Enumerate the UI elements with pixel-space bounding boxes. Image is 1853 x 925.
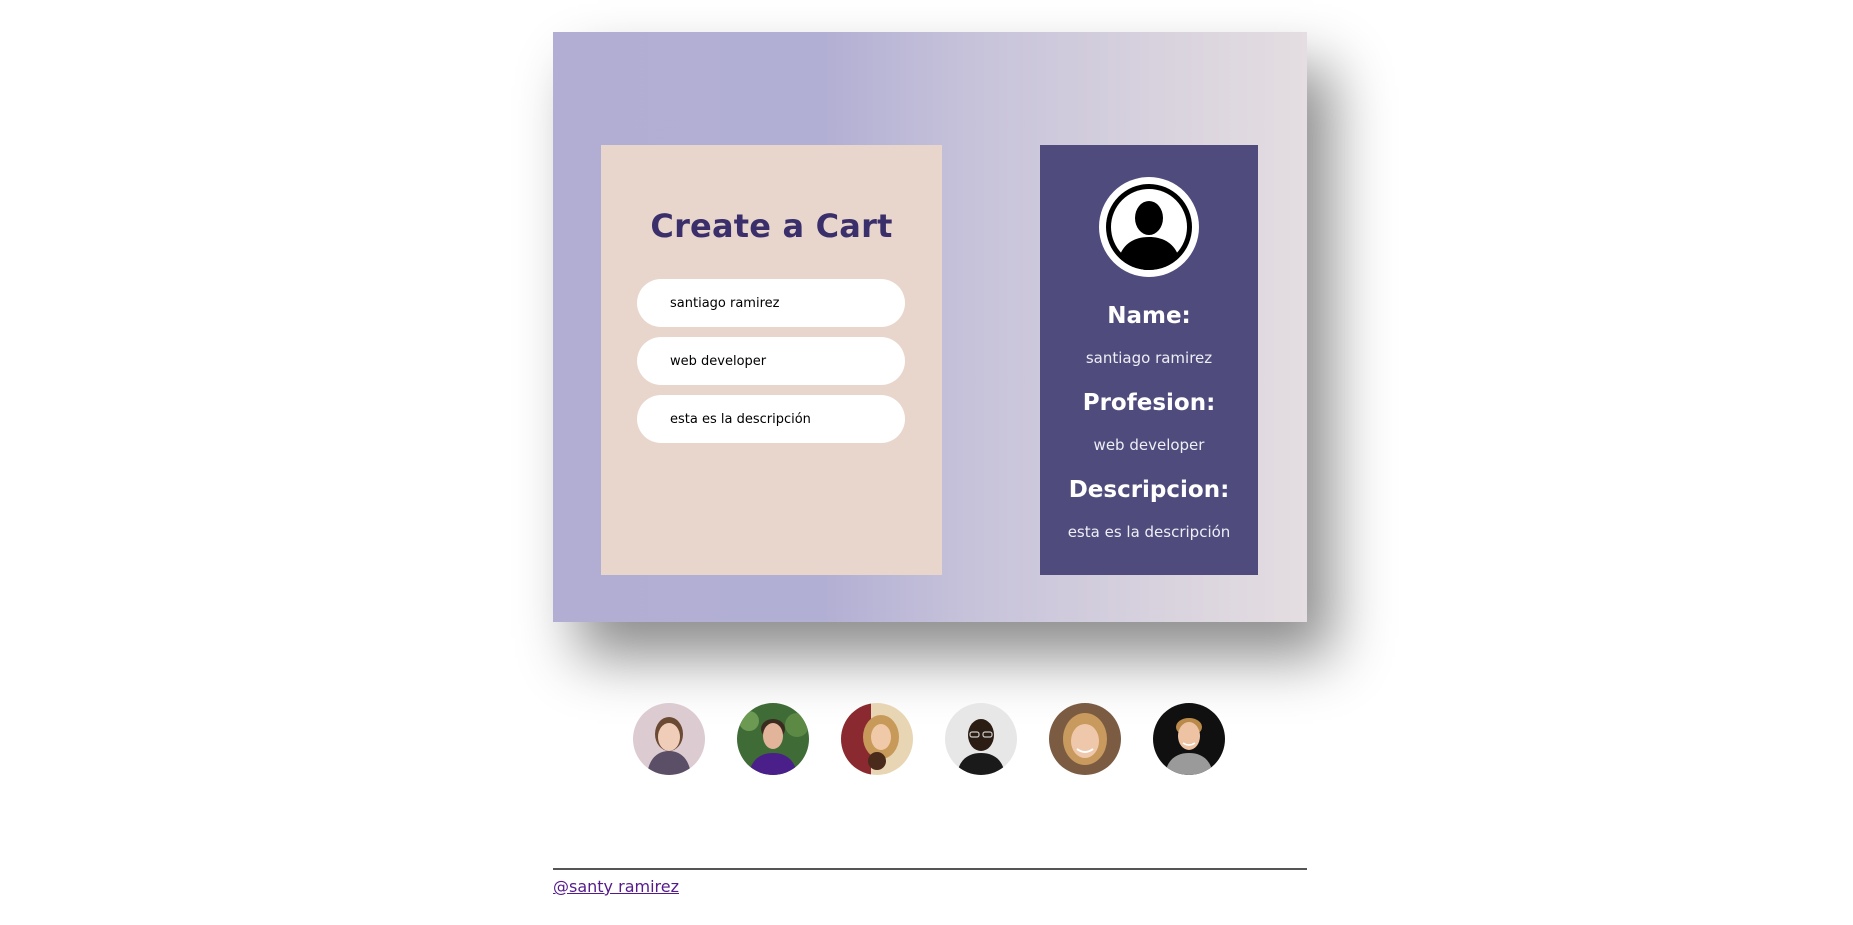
name-value: santiago ramirez (1085, 349, 1213, 367)
description-input[interactable] (637, 395, 905, 443)
avatar-option-3[interactable] (841, 703, 913, 775)
create-cart-form: Create a Cart (601, 145, 942, 575)
card-container: Create a Cart Name: santiago ramirez Pro… (553, 32, 1307, 622)
description-label: Descripcion: (1068, 477, 1230, 503)
profession-input[interactable] (637, 337, 905, 385)
user-silhouette-icon (1106, 184, 1192, 270)
avatar-option-2[interactable] (737, 703, 809, 775)
avatar-option-5[interactable] (1049, 703, 1121, 775)
profession-value: web developer (1093, 436, 1205, 454)
avatar-option-1[interactable] (633, 703, 705, 775)
profile-avatar (1099, 177, 1199, 277)
avatar-option-4[interactable] (945, 703, 1017, 775)
name-input[interactable] (637, 279, 905, 327)
name-label: Name: (1107, 303, 1191, 329)
avatar-option-6[interactable] (1153, 703, 1225, 775)
profile-card: Name: santiago ramirez Profesion: web de… (1040, 145, 1258, 575)
avatar-selector (633, 703, 1233, 775)
profession-label: Profesion: (1082, 390, 1216, 416)
author-link[interactable]: @santy ramirez (553, 877, 679, 896)
description-value: esta es la descripción (1067, 523, 1231, 541)
form-title: Create a Cart (650, 207, 893, 245)
footer-divider (553, 868, 1307, 870)
